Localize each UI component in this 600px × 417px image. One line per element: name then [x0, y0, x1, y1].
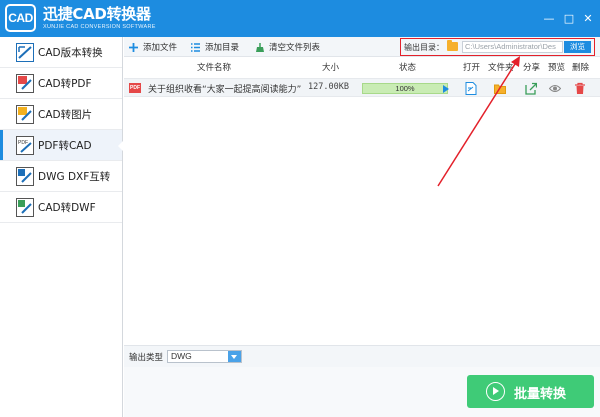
pdf-file-icon: PDF	[129, 83, 141, 93]
progress-bar: 100%	[362, 83, 448, 94]
sidebar-item-label: DWG DXF互转	[38, 171, 111, 183]
sidebar-item-cad-to-image[interactable]: CAD转图片	[0, 99, 122, 130]
open-folder-icon[interactable]	[494, 82, 506, 95]
output-type-value: DWG	[171, 351, 192, 361]
sidebar-item-cad-to-dwf[interactable]: CAD转DWF	[0, 192, 122, 223]
add-folder-label: 添加目录	[205, 43, 240, 53]
main-panel: 添加文件 添加目录 清空文件列表 输出目录： C:\Users\Administ…	[124, 37, 600, 417]
column-header-open: 打开	[463, 63, 481, 73]
batch-convert-button[interactable]: 批量转换	[467, 375, 594, 408]
output-type-bar: 输出类型 DWG	[124, 345, 600, 367]
start-conversion-icon[interactable]	[443, 85, 449, 93]
dwg-dxf-icon	[16, 167, 34, 186]
add-folder-button[interactable]: 添加目录	[190, 40, 239, 54]
add-file-button[interactable]: 添加文件	[128, 40, 177, 54]
maximize-button[interactable]: □	[563, 12, 575, 25]
output-type-select[interactable]: DWG	[167, 350, 242, 363]
column-header-folder: 文件夹	[488, 63, 514, 73]
sidebar-item-cad-to-pdf[interactable]: CAD转PDF	[0, 68, 122, 99]
browse-button[interactable]: 浏览	[564, 41, 591, 53]
sidebar-item-label: CAD版本转换	[38, 47, 103, 59]
svg-text:PDF: PDF	[18, 140, 28, 146]
output-path-field[interactable]: C:\Users\Administrator\Des	[462, 41, 563, 53]
close-button[interactable]: ✕	[582, 12, 594, 25]
column-header-share: 分享	[523, 63, 541, 73]
delete-icon[interactable]	[574, 82, 586, 95]
title-bar: CAD 迅捷CAD转换器 XUNJIE CAD CONVERSION SOFTW…	[0, 0, 600, 37]
sidebar-item-label: CAD转DWF	[38, 202, 96, 214]
output-directory: 输出目录： C:\Users\Administrator\Des 浏览	[400, 38, 595, 56]
file-name: 关于组织收看“大家一起提高阅读能力”	[148, 85, 302, 95]
sidebar-item-dwg-dxf[interactable]: DWG DXF互转	[0, 161, 122, 192]
cad-to-dwf-icon	[16, 198, 34, 217]
column-header-size: 大小	[322, 63, 340, 73]
output-directory-label: 输出目录：	[404, 43, 444, 52]
chevron-down-icon[interactable]	[228, 351, 241, 362]
toolbar: 添加文件 添加目录 清空文件列表 输出目录： C:\Users\Administ…	[124, 37, 600, 57]
plus-icon	[129, 42, 138, 52]
batch-convert-label: 批量转换	[514, 387, 567, 402]
column-header-preview: 预览	[548, 63, 566, 73]
list-icon	[191, 42, 200, 52]
clear-list-label: 清空文件列表	[269, 43, 321, 53]
clear-list-button[interactable]: 清空文件列表	[254, 40, 320, 54]
share-icon[interactable]	[525, 82, 537, 95]
column-header-status: 状态	[399, 63, 417, 73]
progress-label: 100%	[395, 84, 415, 93]
open-file-icon[interactable]	[465, 82, 477, 95]
sidebar: CAD版本转换 CAD转PDF CAD转图片 PDF PDF转CAD DWG D…	[0, 37, 123, 417]
column-header-delete: 删除	[572, 63, 590, 73]
sidebar-item-cad-version[interactable]: CAD版本转换	[0, 37, 122, 68]
table-row[interactable]: PDF 关于组织收看“大家一起提高阅读能力” 127.00KB 100%	[124, 78, 600, 97]
sidebar-item-label: PDF转CAD	[38, 140, 92, 152]
pdf-to-cad-icon: PDF	[16, 136, 34, 155]
minimize-button[interactable]: —	[543, 12, 555, 25]
folder-icon	[447, 40, 458, 51]
file-size: 127.00KB	[308, 82, 349, 92]
cad-to-image-icon	[16, 105, 34, 124]
preview-icon[interactable]	[549, 82, 561, 95]
broom-icon	[256, 42, 264, 52]
add-file-label: 添加文件	[143, 43, 178, 53]
sidebar-item-pdf-to-cad[interactable]: PDF PDF转CAD	[0, 130, 123, 161]
play-circle-icon	[486, 382, 505, 401]
app-title: 迅捷CAD转换器	[43, 5, 151, 23]
output-type-label: 输出类型	[129, 353, 164, 363]
footer: 批量转换	[124, 367, 600, 417]
app-subtitle: XUNJIE CAD CONVERSION SOFTWARE	[43, 24, 156, 30]
app-logo: CAD	[5, 4, 36, 32]
column-header-name: 文件名称	[197, 63, 232, 73]
sidebar-item-label: CAD转PDF	[38, 78, 92, 90]
cad-to-pdf-icon	[16, 74, 34, 93]
sidebar-item-label: CAD转图片	[38, 109, 93, 121]
cad-version-icon	[16, 43, 34, 62]
